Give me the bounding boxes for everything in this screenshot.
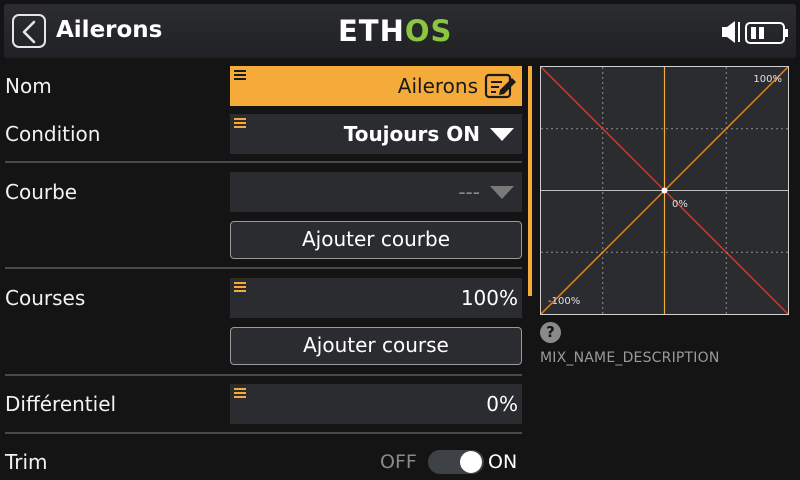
curve-dropdown[interactable]: --- [230, 172, 522, 212]
help-icon[interactable]: ? [540, 322, 561, 343]
drag-handle-icon [234, 70, 246, 82]
chevron-left-icon [22, 20, 36, 44]
page-title: Ailerons [56, 17, 163, 43]
help-description: MIX_NAME_DESCRIPTION [540, 350, 720, 366]
drag-handle-icon [234, 388, 246, 400]
status-icons [722, 21, 788, 44]
add-rate-button[interactable]: Ajouter course [230, 327, 522, 365]
differential-label: Différentiel [5, 392, 117, 416]
divider [5, 267, 522, 269]
edit-icon [484, 73, 516, 99]
name-value: Ailerons [397, 74, 478, 98]
graph-center-point [661, 187, 668, 194]
curve-label: Courbe [5, 180, 78, 204]
rates-field[interactable]: 100% [230, 278, 522, 318]
trim-toggle[interactable] [428, 450, 484, 474]
scrollbar[interactable] [528, 66, 532, 296]
rates-value: 100% [460, 286, 518, 310]
back-button[interactable] [12, 14, 46, 48]
caret-down-icon [490, 186, 514, 199]
drag-handle-icon [234, 282, 246, 294]
speaker-icon [722, 21, 740, 43]
divider [5, 432, 522, 434]
differential-value: 0% [486, 392, 518, 416]
graph-label-min: -100% [548, 296, 580, 307]
trim-on-label: ON [488, 451, 518, 473]
graph-label-max: 100% [753, 74, 782, 85]
mix-curve-graph: 100% 0% -100% [540, 66, 789, 315]
divider [5, 374, 522, 376]
battery-icon [745, 22, 788, 44]
name-field[interactable]: Ailerons [230, 66, 522, 106]
caret-down-icon [490, 128, 514, 141]
header-bar: Ailerons ETHOS [4, 4, 796, 58]
differential-field[interactable]: 0% [230, 384, 522, 424]
curve-value: --- [458, 180, 480, 204]
drag-handle-icon [234, 118, 246, 130]
toggle-knob [460, 451, 482, 473]
name-label: Nom [5, 74, 52, 98]
condition-value: Toujours ON [343, 122, 480, 146]
add-curve-button[interactable]: Ajouter courbe [230, 221, 522, 259]
graph-label-center: 0% [672, 199, 688, 210]
trim-label: Trim [5, 450, 48, 474]
trim-off-label: OFF [380, 451, 417, 473]
condition-dropdown[interactable]: Toujours ON [230, 114, 522, 154]
ethos-logo: ETHOS [338, 14, 453, 48]
divider [5, 161, 522, 163]
rates-label: Courses [5, 286, 86, 310]
condition-label: Condition [5, 122, 101, 146]
